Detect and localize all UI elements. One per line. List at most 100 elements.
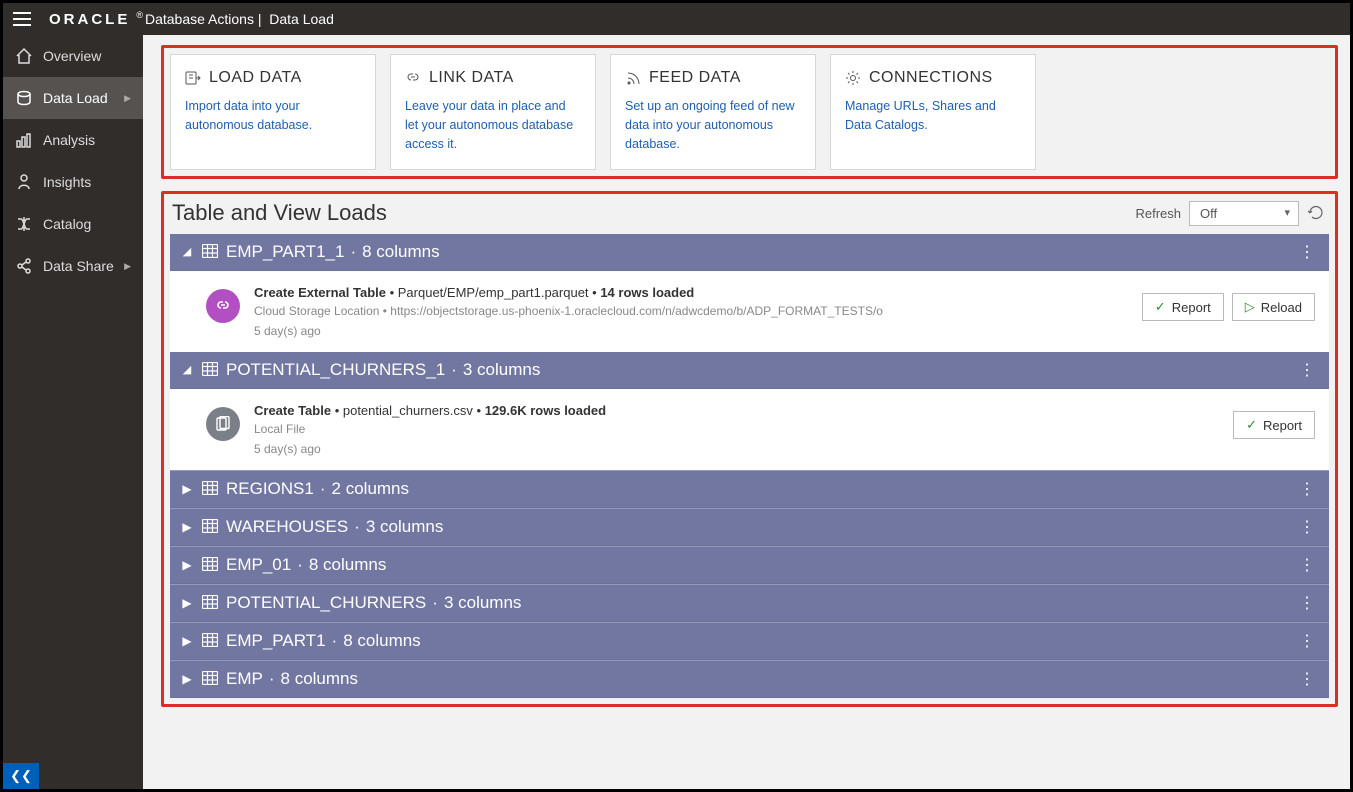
kebab-menu-icon[interactable]: ⋮ [1295, 242, 1319, 262]
table-icon [202, 671, 218, 690]
kebab-menu-icon[interactable]: ⋮ [1295, 360, 1319, 380]
load-row[interactable]: REGIONS12 columns ⋮ [170, 470, 1329, 508]
collapse-icon [180, 245, 194, 259]
detail-line2: Local File [254, 422, 1219, 436]
card-desc: Import data into your autonomous databas… [185, 97, 361, 135]
sidebar-item-insights[interactable]: Insights [3, 161, 143, 203]
load-detail: Create External Table • Parquet/EMP/emp_… [170, 271, 1329, 352]
load-row[interactable]: EMP_PART1_18 columns⋮ [170, 234, 1329, 271]
table-icon [202, 557, 218, 576]
table-icon [202, 633, 218, 652]
kebab-menu-icon[interactable]: ⋮ [1295, 517, 1319, 537]
card-desc: Manage URLs, Shares and Data Catalogs. [845, 97, 1021, 135]
refresh-icon[interactable] [1307, 204, 1325, 222]
loads-title: Table and View Loads [172, 200, 387, 226]
kebab-menu-icon[interactable]: ⋮ [1295, 555, 1319, 575]
expand-icon [180, 520, 194, 534]
report-button[interactable]: ✓Report [1233, 411, 1315, 439]
analysis-icon [15, 131, 33, 149]
detail-line1: Create Table • potential_churners.csv • … [254, 403, 1219, 418]
sidebar-item-label: Insights [43, 174, 91, 190]
detail-actions: ✓Report ▷Reload [1142, 293, 1315, 321]
load-data-icon [185, 70, 201, 86]
detail-type-icon [206, 407, 240, 441]
sidebar-item-dataload[interactable]: Data Load ▶ [3, 77, 143, 119]
detail-type-icon [206, 289, 240, 323]
topbar: ORACLE ® Database Actions | Data Load [3, 3, 1350, 35]
reload-button[interactable]: ▷Reload [1232, 293, 1315, 321]
play-icon: ▷ [1245, 299, 1255, 315]
table-icon [202, 595, 218, 614]
load-detail: Create Table • potential_churners.csv • … [170, 389, 1329, 470]
load-name: EMP_018 columns [226, 555, 386, 575]
kebab-menu-icon[interactable]: ⋮ [1295, 593, 1319, 613]
chevron-right-icon: ▶ [124, 261, 131, 272]
load-icon [15, 89, 33, 107]
load-name: POTENTIAL_CHURNERS_13 columns [226, 360, 540, 380]
sidebar-item-label: Catalog [43, 216, 91, 232]
gear-icon [845, 70, 861, 86]
expand-icon [180, 558, 194, 572]
card-link-data[interactable]: LINK DATA Leave your data in place and l… [390, 54, 596, 170]
brand-logo: ORACLE [49, 11, 130, 28]
check-icon: ✓ [1155, 299, 1166, 315]
table-icon [202, 244, 218, 263]
load-row[interactable]: POTENTIAL_CHURNERS_13 columns ⋮ [170, 352, 1329, 389]
sidebar-item-datashare[interactable]: Data Share ▶ [3, 245, 143, 287]
card-desc: Leave your data in place and let your au… [405, 97, 581, 153]
sidebar-item-overview[interactable]: Overview [3, 35, 143, 77]
refresh-select[interactable]: Off [1189, 201, 1299, 226]
card-title: CONNECTIONS [869, 69, 993, 87]
feed-data-icon [625, 70, 641, 86]
load-row[interactable]: WAREHOUSES3 columns⋮ [170, 508, 1329, 546]
load-name: EMP8 columns [226, 669, 358, 689]
load-row[interactable]: EMP_PART18 columns ⋮ [170, 622, 1329, 660]
share-icon [15, 257, 33, 275]
expand-icon [180, 634, 194, 648]
link-icon [215, 298, 231, 314]
loads-section: Table and View Loads Refresh Off EMP_PAR… [161, 191, 1338, 707]
sidebar-collapse-button[interactable]: ❮❮ [3, 763, 39, 789]
sidebar-item-catalog[interactable]: Catalog [3, 203, 143, 245]
load-name: POTENTIAL_CHURNERS3 columns [226, 593, 521, 613]
load-row[interactable]: EMP_018 columns ⋮ [170, 546, 1329, 584]
link-data-icon [405, 70, 421, 86]
load-row[interactable]: EMP8 columns ⋮ [170, 660, 1329, 698]
refresh-label: Refresh [1135, 206, 1181, 221]
expand-icon [180, 672, 194, 686]
card-desc: Set up an ongoing feed of new data into … [625, 97, 801, 153]
load-name: REGIONS12 columns [226, 479, 409, 499]
card-feed-data[interactable]: FEED DATA Set up an ongoing feed of new … [610, 54, 816, 170]
detail-actions: ✓Report [1233, 411, 1315, 439]
card-title: FEED DATA [649, 69, 741, 87]
sidebar-item-analysis[interactable]: Analysis [3, 119, 143, 161]
kebab-menu-icon[interactable]: ⋮ [1295, 631, 1319, 651]
load-name: EMP_PART18 columns [226, 631, 421, 651]
card-connections[interactable]: CONNECTIONS Manage URLs, Shares and Data… [830, 54, 1036, 170]
registered-mark: ® [136, 10, 143, 20]
hamburger-icon[interactable] [13, 12, 31, 26]
table-icon [202, 362, 218, 381]
card-load-data[interactable]: LOAD DATA Import data into your autonomo… [170, 54, 376, 170]
detail-age: 5 day(s) ago [254, 442, 1219, 456]
home-icon [15, 47, 33, 65]
detail-line2: Cloud Storage Location • https://objects… [254, 304, 1128, 318]
sidebar-item-label: Overview [43, 48, 101, 64]
kebab-menu-icon[interactable]: ⋮ [1295, 669, 1319, 689]
sidebar-item-label: Analysis [43, 132, 95, 148]
page-title: Database Actions | Data Load [145, 11, 334, 27]
check-icon: ✓ [1246, 417, 1257, 433]
detail-age: 5 day(s) ago [254, 324, 1128, 338]
kebab-menu-icon[interactable]: ⋮ [1295, 479, 1319, 499]
table-icon [202, 481, 218, 500]
report-button[interactable]: ✓Report [1142, 293, 1224, 321]
insights-icon [15, 173, 33, 191]
card-title: LOAD DATA [209, 69, 302, 87]
main-content: LOAD DATA Import data into your autonomo… [143, 35, 1350, 789]
file-icon [215, 416, 231, 432]
load-row[interactable]: POTENTIAL_CHURNERS3 columns ⋮ [170, 584, 1329, 622]
collapse-icon [180, 363, 194, 377]
detail-line1: Create External Table • Parquet/EMP/emp_… [254, 285, 1128, 300]
card-title: LINK DATA [429, 69, 514, 87]
catalog-icon [15, 215, 33, 233]
